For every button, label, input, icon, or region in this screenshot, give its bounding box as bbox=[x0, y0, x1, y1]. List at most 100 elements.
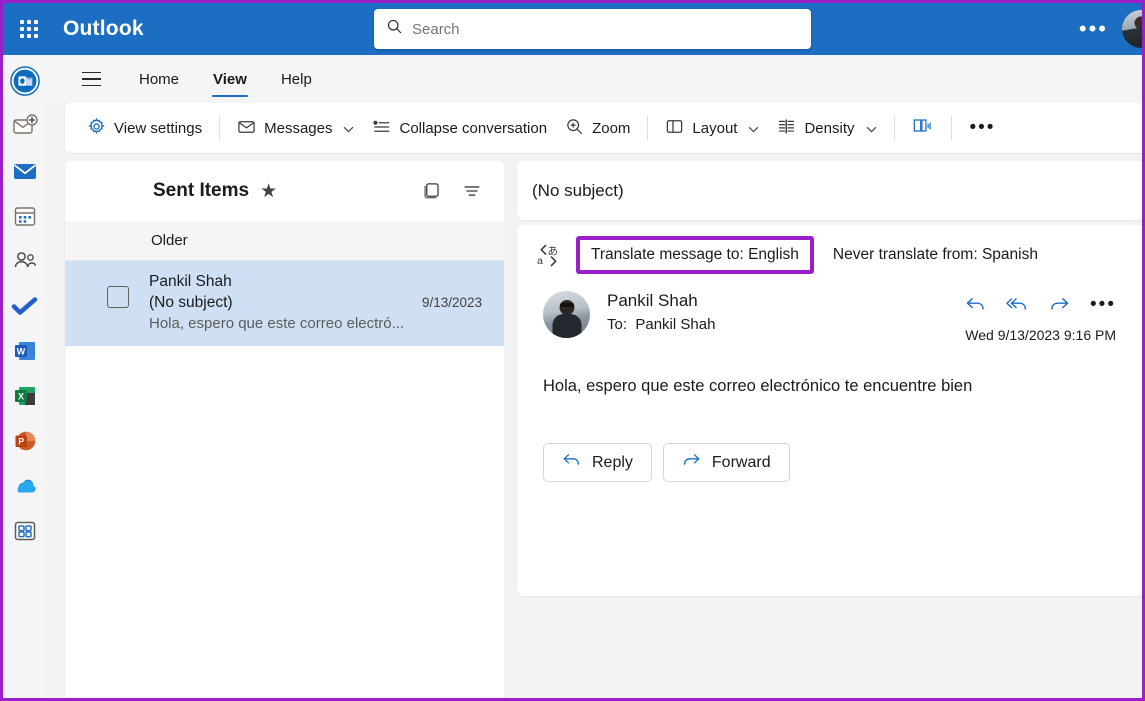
message-card: a あ Translate message to: English Never … bbox=[517, 225, 1142, 596]
messages-label: Messages bbox=[264, 119, 333, 137]
mail-icon bbox=[13, 164, 36, 179]
zoom-label: Zoom bbox=[592, 119, 631, 137]
folder-title: Sent Items bbox=[153, 180, 250, 201]
reply-button-label: Reply bbox=[592, 453, 633, 471]
rail-item-new-mail[interactable] bbox=[9, 110, 41, 142]
ribbon-command-bar: View settings Messages Collapse conversa… bbox=[65, 103, 1142, 153]
rail-item-powerpoint[interactable]: P bbox=[9, 425, 41, 457]
reply-all-icon[interactable] bbox=[1006, 293, 1028, 315]
ribbon-divider-2 bbox=[647, 115, 649, 141]
top-app-bar: Outlook ••• bbox=[3, 3, 1142, 55]
view-settings-button[interactable]: View settings bbox=[78, 111, 211, 145]
message-action-icons: ••• bbox=[964, 291, 1116, 315]
chevron-down-icon bbox=[866, 120, 877, 137]
reply-icon[interactable] bbox=[964, 293, 986, 315]
view-settings-label: View settings bbox=[114, 119, 203, 137]
word-icon: W bbox=[14, 342, 35, 360]
density-button[interactable]: Density bbox=[768, 111, 885, 145]
message-timestamp: Wed 9/13/2023 9:16 PM bbox=[965, 327, 1116, 343]
hamburger-icon[interactable] bbox=[70, 59, 112, 99]
collapse-conversation-label: Collapse conversation bbox=[399, 119, 548, 137]
collapse-conversation-button[interactable]: Collapse conversation bbox=[363, 111, 556, 145]
tab-help[interactable]: Help bbox=[264, 55, 329, 103]
message-recipients: To: Pankil Shah bbox=[607, 316, 964, 333]
message-sender-row: Pankil Shah To: Pankil Shah ••• Wed 9/13… bbox=[517, 291, 1142, 343]
ribbon-tabs: Home View Help bbox=[122, 55, 329, 103]
rail-item-to-do[interactable] bbox=[9, 290, 41, 322]
layout-icon bbox=[665, 117, 684, 140]
message-date: 9/13/2023 bbox=[421, 295, 482, 310]
message-subject-row: (No subject) 9/13/2023 bbox=[149, 294, 488, 312]
tab-view[interactable]: View bbox=[196, 55, 264, 103]
filter-icon[interactable] bbox=[458, 177, 486, 205]
tab-home[interactable]: Home bbox=[122, 55, 196, 103]
svg-text:a: a bbox=[536, 255, 542, 267]
density-icon bbox=[777, 117, 796, 140]
message-list-header: Sent Items ★ bbox=[65, 161, 504, 221]
rail-item-calendar[interactable] bbox=[9, 200, 41, 232]
svg-text:X: X bbox=[17, 391, 23, 401]
top-bar-right-group: ••• bbox=[1065, 3, 1142, 55]
forward-icon bbox=[682, 452, 701, 473]
ribbon-divider-1 bbox=[219, 115, 221, 141]
rail-item-outlook[interactable] bbox=[9, 65, 41, 97]
translate-message-link[interactable]: Translate message to: English bbox=[591, 246, 799, 264]
all-apps-icon bbox=[14, 521, 35, 541]
reading-pane-subject-bar: (No subject) bbox=[517, 161, 1142, 220]
people-icon bbox=[14, 252, 36, 268]
list-group-header[interactable]: Older bbox=[65, 221, 504, 261]
account-avatar[interactable] bbox=[1122, 10, 1142, 48]
forward-icon[interactable] bbox=[1048, 293, 1070, 315]
to-label: To: bbox=[607, 316, 628, 333]
message-body-text: Hola, espero que este correo electrónico… bbox=[543, 377, 973, 395]
svg-text:W: W bbox=[16, 346, 25, 356]
density-label: Density bbox=[804, 119, 855, 137]
message-more-actions-icon[interactable]: ••• bbox=[1090, 295, 1116, 314]
search-icon bbox=[386, 18, 403, 40]
outlook-web-app: Outlook ••• bbox=[0, 0, 1145, 701]
app-launcher-icon[interactable] bbox=[9, 9, 49, 49]
reading-pane-toggle-icon[interactable] bbox=[418, 177, 446, 205]
message-list-pane: Sent Items ★ Older Pankil Shah (No subje… bbox=[65, 161, 504, 698]
rail-item-all-apps[interactable] bbox=[9, 515, 41, 547]
message-list-item[interactable]: Pankil Shah (No subject) 9/13/2023 Hola,… bbox=[65, 261, 504, 346]
message-list-header-actions bbox=[418, 177, 486, 205]
onedrive-icon bbox=[16, 479, 36, 493]
sender-avatar[interactable] bbox=[543, 291, 590, 338]
message-select-checkbox[interactable] bbox=[107, 286, 129, 308]
to-value[interactable]: Pankil Shah bbox=[635, 316, 715, 333]
svg-text:P: P bbox=[18, 437, 24, 447]
ribbon-overflow-icon[interactable]: ••• bbox=[960, 117, 1006, 139]
search-box[interactable] bbox=[374, 9, 811, 49]
ribbon-tab-bar: Home View Help bbox=[46, 55, 1142, 103]
search-input[interactable] bbox=[412, 20, 799, 38]
forward-button[interactable]: Forward bbox=[662, 443, 790, 482]
app-rail: W X P bbox=[3, 55, 46, 698]
translate-icon: a あ bbox=[533, 240, 563, 270]
new-mail-icon bbox=[12, 114, 38, 134]
top-bar-more-icon[interactable]: ••• bbox=[1065, 18, 1122, 40]
rail-item-excel[interactable]: X bbox=[9, 380, 41, 412]
zoom-button[interactable]: Zoom bbox=[556, 111, 639, 145]
reply-button[interactable]: Reply bbox=[543, 443, 652, 482]
favorite-star-icon[interactable]: ★ bbox=[260, 182, 277, 201]
never-translate-link[interactable]: Never translate from: Spanish bbox=[833, 246, 1038, 264]
powerpoint-icon: P bbox=[15, 431, 35, 451]
translate-notification-bar: a あ Translate message to: English Never … bbox=[517, 225, 1142, 285]
message-actions: ••• Wed 9/13/2023 9:16 PM bbox=[964, 291, 1116, 344]
message-list-scrollbar[interactable] bbox=[499, 161, 504, 698]
ribbon-divider-4 bbox=[950, 115, 952, 141]
message-sender-name[interactable]: Pankil Shah bbox=[607, 291, 964, 311]
reading-pane: (No subject) a あ Translate message to: E… bbox=[517, 161, 1142, 698]
layout-button[interactable]: Layout bbox=[656, 111, 768, 145]
messages-button[interactable]: Messages bbox=[228, 111, 363, 145]
envelope-icon bbox=[237, 117, 256, 140]
rail-item-mail[interactable] bbox=[9, 155, 41, 187]
immersive-reader-icon bbox=[912, 116, 934, 140]
rail-item-onedrive[interactable] bbox=[9, 470, 41, 502]
immersive-reader-button[interactable] bbox=[903, 111, 943, 145]
translate-message-highlight: Translate message to: English bbox=[576, 236, 814, 274]
rail-item-people[interactable] bbox=[9, 245, 41, 277]
rail-item-word[interactable]: W bbox=[9, 335, 41, 367]
gear-icon bbox=[87, 117, 106, 140]
